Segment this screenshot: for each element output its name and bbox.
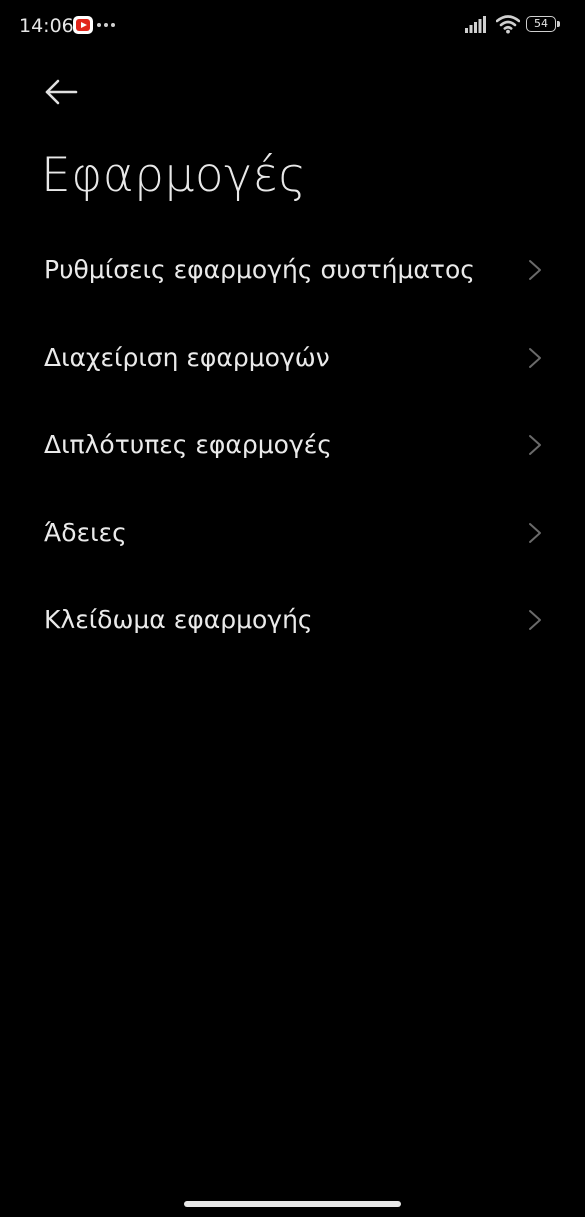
list-item-dual-apps[interactable]: Διπλότυπες εφαρμογές bbox=[0, 400, 585, 488]
settings-list: Ρυθμίσεις εφαρμογής συστήματος Διαχείρισ… bbox=[0, 225, 585, 663]
list-item-label: Κλείδωμα εφαρμογής bbox=[44, 605, 313, 634]
youtube-icon bbox=[73, 16, 93, 34]
arrow-left-icon bbox=[45, 79, 78, 105]
list-item-label: Διαχείριση εφαρμογών bbox=[44, 342, 330, 372]
wifi-icon bbox=[495, 14, 521, 34]
list-item-label: Διπλότυπες εφαρμογές bbox=[44, 430, 332, 459]
list-item-system-app-settings[interactable]: Ρυθμίσεις εφαρμογής συστήματος bbox=[0, 225, 585, 313]
chevron-right-icon bbox=[529, 610, 541, 630]
list-item-app-lock[interactable]: Κλείδωμα εφαρμογής bbox=[0, 575, 585, 663]
battery-icon: 54 bbox=[526, 16, 562, 34]
page-title: Εφαρμογές bbox=[41, 148, 307, 203]
list-item-manage-apps[interactable]: Διαχείριση εφαρμογών bbox=[0, 313, 585, 401]
status-time: 14:06 bbox=[19, 15, 74, 37]
chevron-right-icon bbox=[529, 260, 541, 280]
status-bar: 14:06 54 bbox=[0, 0, 585, 52]
signal-icon bbox=[465, 15, 487, 33]
battery-level: 54 bbox=[534, 17, 548, 30]
chevron-right-icon bbox=[529, 435, 541, 455]
list-item-label: Άδειες bbox=[44, 517, 127, 547]
list-item-permissions[interactable]: Άδειες bbox=[0, 488, 585, 576]
back-button[interactable] bbox=[36, 70, 88, 114]
home-indicator[interactable] bbox=[184, 1201, 401, 1207]
list-item-label: Ρυθμίσεις εφαρμογής συστήματος bbox=[44, 255, 475, 284]
chevron-right-icon bbox=[529, 522, 541, 543]
more-dots-icon bbox=[97, 23, 117, 28]
chevron-right-icon bbox=[529, 347, 541, 368]
